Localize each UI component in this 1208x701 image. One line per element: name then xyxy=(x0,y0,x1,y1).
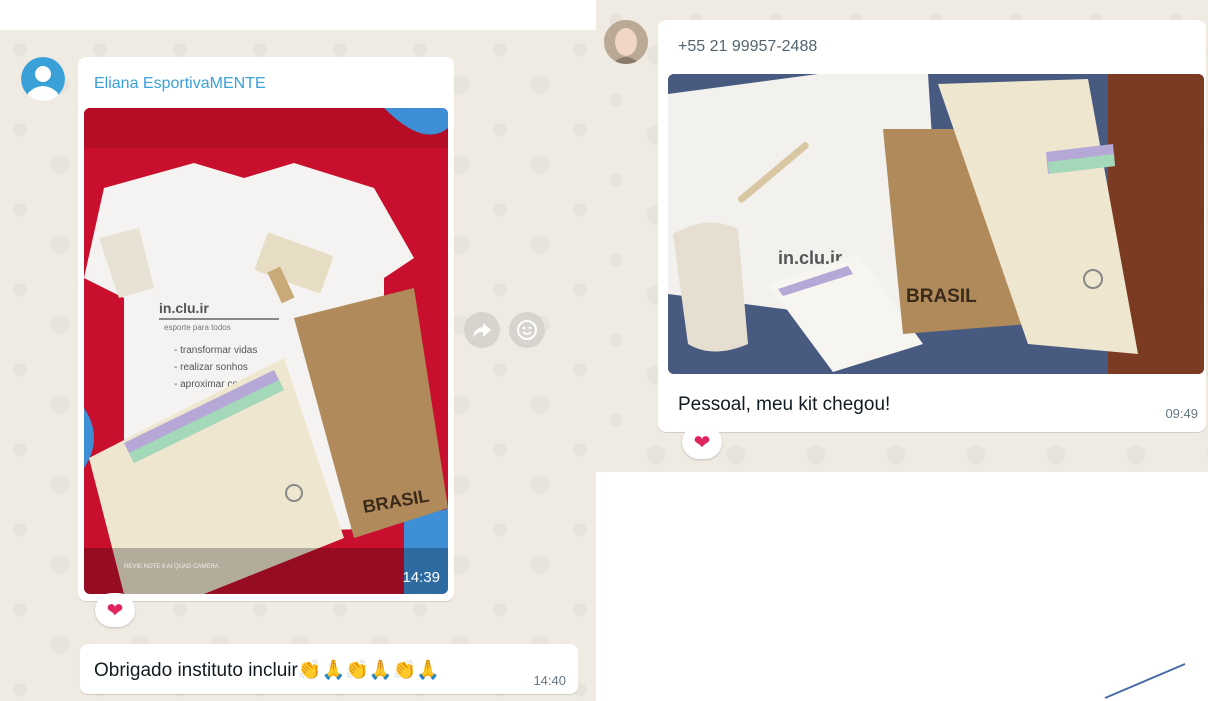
emoji-reaction-button[interactable] xyxy=(509,312,545,348)
sender-phone[interactable]: +55 21 99957-2488 xyxy=(678,38,817,56)
image-timestamp: 14:39 xyxy=(402,569,440,586)
forward-button[interactable] xyxy=(464,312,500,348)
shirt-tagline-text: esporte para todos xyxy=(164,323,231,332)
profile-photo-icon xyxy=(604,20,648,64)
annotation-stroke xyxy=(1104,663,1186,699)
heart-reaction[interactable]: ❤ xyxy=(95,593,135,627)
reply-timestamp: 14:40 xyxy=(533,673,566,688)
reply-message-text: Obrigado instituto incluir👏🙏👏🙏👏🙏 xyxy=(94,660,440,681)
right-chat-panel: +55 21 99957-2488 in.clu.ir BRASIL Pesso… xyxy=(596,0,1208,472)
kit-photo-right-illustration: in.clu.ir BRASIL xyxy=(668,74,1204,374)
message-timestamp: 09:49 xyxy=(1165,406,1198,421)
heart-reaction-right[interactable]: ❤ xyxy=(682,425,722,459)
image-message-bubble-right[interactable]: +55 21 99957-2488 in.clu.ir BRASIL Pesso… xyxy=(658,20,1206,432)
emoji-icon xyxy=(517,320,537,340)
camera-watermark: REVIE NOTE 8 AI QUAD CAMERA xyxy=(124,564,219,570)
kit-photo-illustration: in.clu.ir esporte para todos - transform… xyxy=(84,108,448,594)
text-message-bubble[interactable]: Obrigado instituto incluir👏🙏👏🙏👏🙏 14:40 xyxy=(80,644,578,694)
left-chat-panel: Eliana EsportivaMENTE in.clu.ir esporte … xyxy=(0,30,596,701)
kit-photo-right[interactable]: in.clu.ir BRASIL xyxy=(668,74,1204,374)
caption-text: Pessoal, meu kit chegou! xyxy=(678,394,891,415)
folder-brand-text-right: BRASIL xyxy=(906,286,977,307)
contact-avatar-photo[interactable] xyxy=(604,20,648,64)
sender-name[interactable]: Eliana EsportivaMENTE xyxy=(94,75,266,93)
default-avatar-icon xyxy=(21,57,65,101)
kit-photo[interactable]: in.clu.ir esporte para todos - transform… xyxy=(84,108,448,594)
heart-icon-right: ❤ xyxy=(693,431,711,454)
heart-icon: ❤ xyxy=(106,599,124,622)
contact-avatar[interactable] xyxy=(21,57,65,101)
shirt-brand-text: in.clu.ir xyxy=(159,300,209,316)
forward-icon xyxy=(473,323,491,338)
image-message-bubble[interactable]: Eliana EsportivaMENTE in.clu.ir esporte … xyxy=(78,57,454,601)
shirt-line-1: - transformar vidas xyxy=(174,345,257,356)
shirt-line-2: - realizar sonhos xyxy=(174,362,248,373)
